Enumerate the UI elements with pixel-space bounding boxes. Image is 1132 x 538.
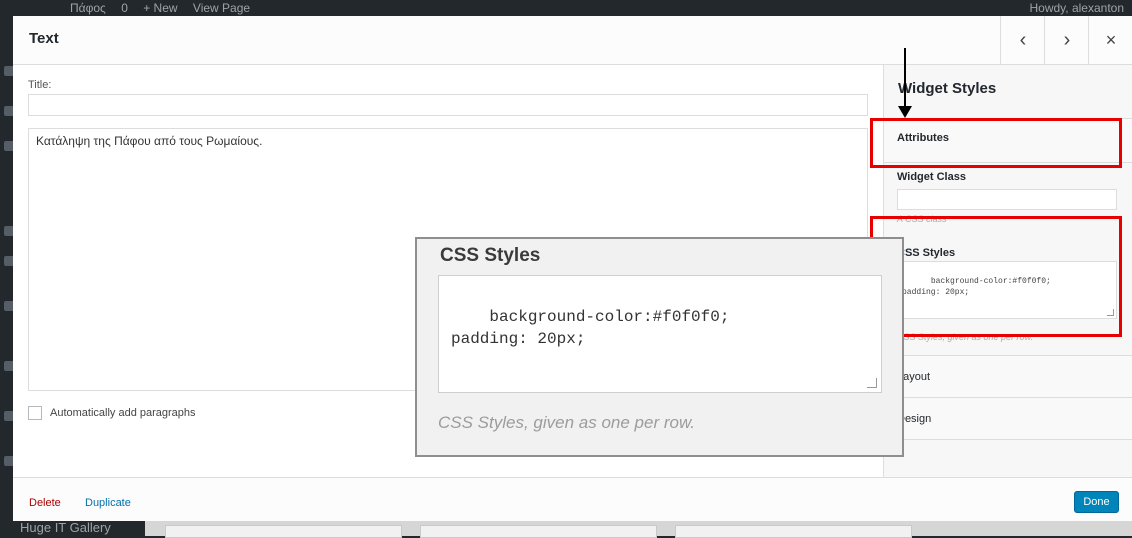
background-widget — [165, 525, 402, 538]
widget-class-label: Widget Class — [897, 171, 966, 183]
attributes-highlight-box — [870, 118, 1122, 168]
dialog-footer: Delete Duplicate Done — [13, 477, 1132, 521]
howdy-user[interactable]: Howdy, alexanton — [1030, 0, 1125, 16]
zoom-css-textarea: background-color:#f0f0f0; padding: 20px; — [438, 275, 882, 393]
next-widget-button[interactable]: › — [1044, 16, 1089, 64]
widget-styles-heading: Widget Styles — [898, 80, 997, 97]
admin-bar: Πάφος 0 + New View Page Howdy, alexanton — [0, 0, 1132, 16]
site-name-link[interactable]: Πάφος — [70, 1, 106, 15]
panel-filler — [884, 439, 1132, 478]
background-widget — [675, 525, 912, 538]
background-widget — [420, 525, 657, 538]
close-dialog-button[interactable]: × — [1088, 16, 1132, 64]
arrow-head-icon — [898, 106, 912, 118]
chevron-right-icon: › — [1063, 29, 1071, 51]
auto-paragraphs-option[interactable]: Automatically add paragraphs — [28, 406, 196, 420]
previous-widget-button[interactable]: ‹ — [1000, 16, 1045, 64]
title-input[interactable] — [28, 94, 868, 116]
pointer-arrow-icon — [904, 48, 906, 110]
css-styles-highlight-box — [870, 216, 1122, 337]
delete-link[interactable]: Delete — [29, 497, 61, 509]
comments-count[interactable]: 0 — [121, 1, 128, 15]
design-section[interactable]: Design — [884, 397, 1132, 440]
new-link[interactable]: + New — [143, 1, 177, 15]
auto-paragraphs-label: Automatically add paragraphs — [50, 407, 196, 419]
done-button[interactable]: Done — [1074, 491, 1119, 513]
duplicate-link[interactable]: Duplicate — [85, 497, 131, 509]
zoom-description: CSS Styles, given as one per row. — [438, 413, 696, 432]
css-styles-zoom-callout: CSS Styles background-color:#f0f0f0; pad… — [415, 237, 904, 457]
close-icon: × — [1105, 30, 1117, 50]
menu-item-huge-it-gallery[interactable]: Huge IT Gallery — [0, 520, 145, 536]
page-background-strip — [145, 521, 1132, 538]
widget-class-input[interactable] — [897, 189, 1117, 210]
admin-bar-left: Πάφος 0 + New View Page — [70, 0, 262, 16]
dialog-header: Text ‹ › × — [13, 16, 1132, 65]
zoom-css-text: background-color:#f0f0f0; padding: 20px; — [451, 308, 730, 348]
zoom-title: CSS Styles — [440, 245, 541, 266]
chevron-left-icon: ‹ — [1019, 29, 1027, 51]
dialog-title: Text — [29, 30, 59, 47]
title-label: Title: — [28, 79, 52, 91]
auto-paragraphs-checkbox[interactable] — [28, 406, 42, 420]
resize-handle-icon — [867, 378, 877, 388]
view-page-link[interactable]: View Page — [193, 1, 250, 15]
layout-section[interactable]: Layout — [884, 355, 1132, 398]
